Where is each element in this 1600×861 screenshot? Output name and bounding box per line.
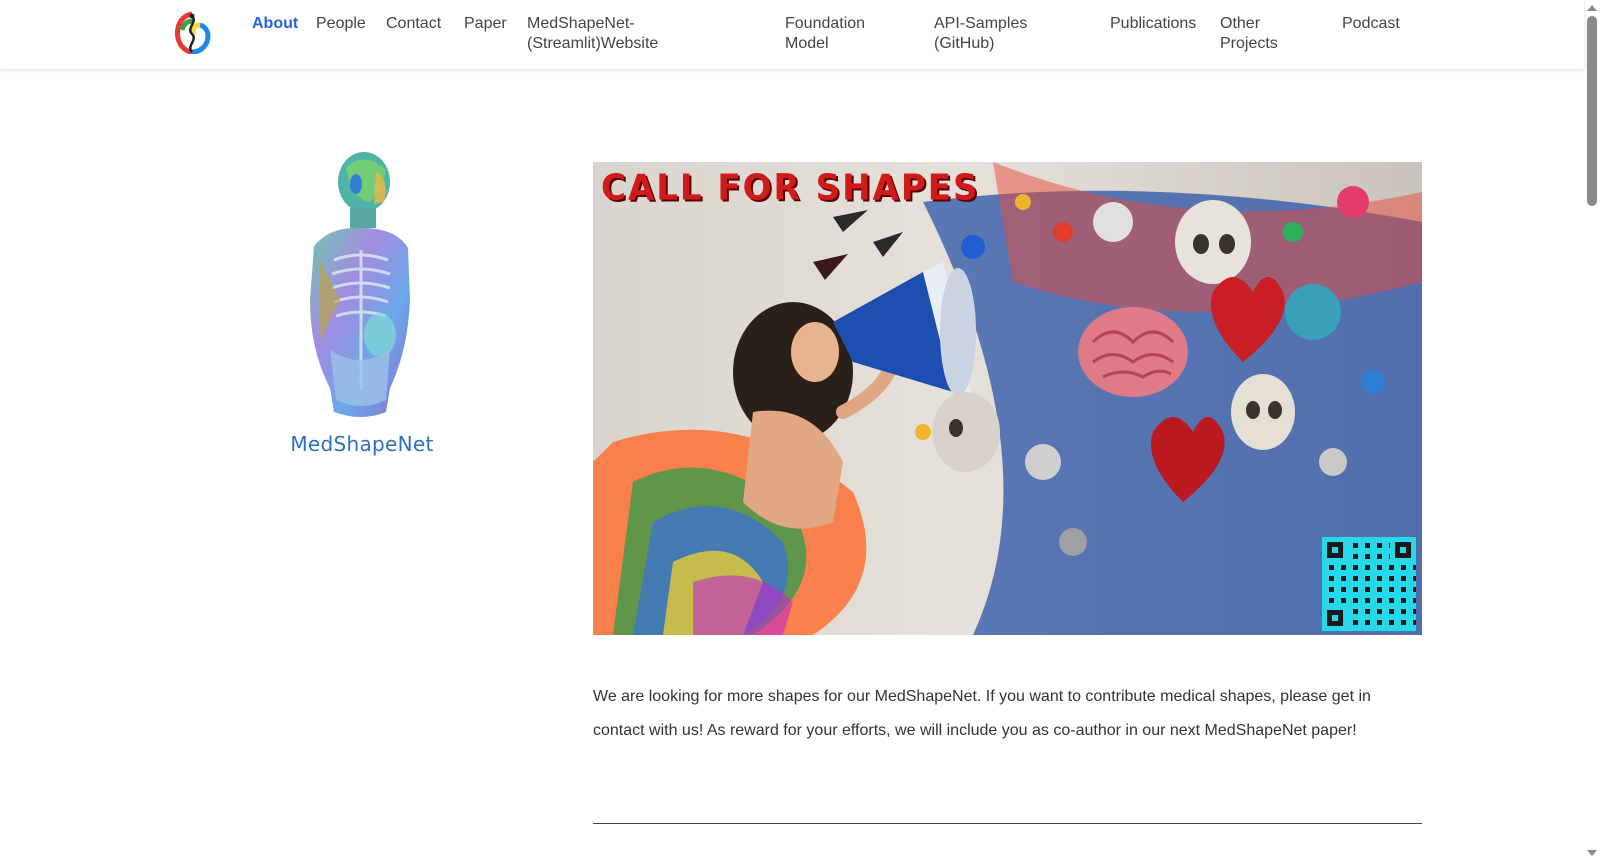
call-for-shapes-banner: CALL FOR SHAPES <box>593 162 1422 635</box>
section-divider <box>593 823 1422 824</box>
nav-people[interactable]: People <box>316 14 366 34</box>
anatomy-torso-image <box>310 152 410 417</box>
nav-other-projects[interactable]: Other Projects <box>1220 14 1290 54</box>
nav-publications[interactable]: Publications <box>1110 14 1196 34</box>
scroll-thumb[interactable] <box>1587 16 1597 206</box>
nav-foundation-model[interactable]: Foundation Model <box>785 14 885 54</box>
nav-paper[interactable]: Paper <box>464 14 507 34</box>
page-scrollbar[interactable] <box>1584 0 1600 861</box>
nav-api-samples[interactable]: API-Samples (GitHub) <box>934 14 1034 54</box>
scroll-down-arrow-icon[interactable] <box>1587 850 1597 856</box>
scroll-up-arrow-icon[interactable] <box>1587 5 1597 11</box>
nav-about[interactable]: About <box>252 14 298 34</box>
nav-podcast[interactable]: Podcast <box>1342 14 1400 34</box>
banner-artwork <box>593 162 1422 635</box>
nav-contact[interactable]: Contact <box>386 14 441 34</box>
banner-title: CALL FOR SHAPES <box>601 167 980 209</box>
intro-paragraph: We are looking for more shapes for our M… <box>593 688 1371 739</box>
nav-medshapenet-website[interactable]: MedShapeNet-(Streamlit)Website <box>527 14 677 54</box>
medshapenet-logo-icon[interactable] <box>172 10 212 54</box>
qr-code-icon[interactable] <box>1322 537 1416 631</box>
profile-name: MedShapeNet <box>290 432 434 456</box>
top-navbar: About People Contact Paper MedShapeNet-(… <box>0 0 1584 69</box>
